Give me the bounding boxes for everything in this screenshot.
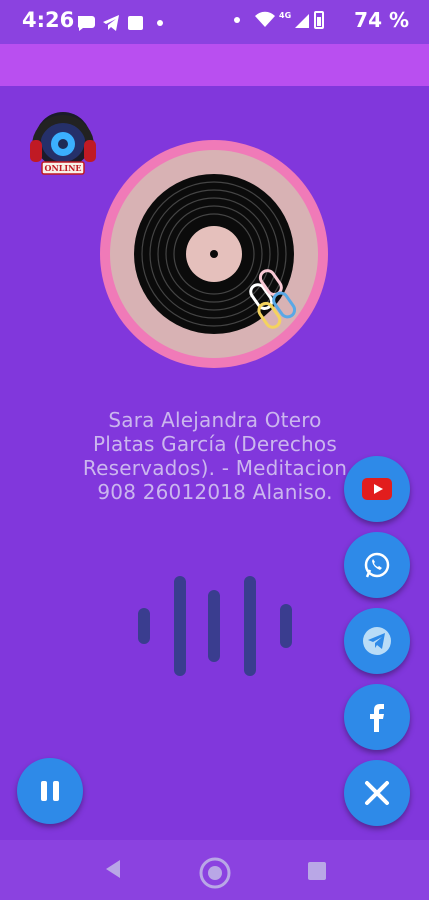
- telegram-button[interactable]: [344, 608, 410, 674]
- facebook-button[interactable]: [344, 684, 410, 750]
- vinyl-disc: [100, 140, 328, 368]
- youtube-button[interactable]: [344, 456, 410, 522]
- equalizer-visualizer: [130, 570, 300, 680]
- back-icon[interactable]: [102, 854, 124, 884]
- status-bar: 4:26 4G 74 %: [0, 0, 429, 44]
- app-bar: [0, 44, 429, 86]
- close-icon: [365, 781, 389, 805]
- status-time: 4:26: [22, 8, 75, 32]
- notification-icons: [77, 15, 163, 31]
- signal-label: 4G: [279, 11, 291, 20]
- whatsapp-icon: [364, 552, 390, 578]
- equalizer-bar: [174, 576, 186, 676]
- logo-text: ONLINE: [44, 163, 81, 173]
- status-right: 4G 74 %: [234, 8, 409, 32]
- youtube-icon: [362, 478, 392, 500]
- facebook-icon: [370, 704, 384, 732]
- radio-logo: ONLINE: [30, 112, 96, 175]
- telegram-icon: [363, 627, 391, 655]
- equalizer-bar: [280, 604, 292, 648]
- track-title: Sara Alejandra Otero Platas García (Dere…: [82, 408, 348, 504]
- pause-button[interactable]: [17, 758, 83, 824]
- recents-icon[interactable]: [306, 860, 328, 882]
- pause-icon: [41, 781, 59, 801]
- navigation-bar: [0, 840, 429, 900]
- status-icons: 4G: [234, 11, 324, 29]
- close-social-button[interactable]: [344, 760, 410, 826]
- equalizer-bar: [138, 608, 150, 644]
- battery-percent: 74 %: [354, 8, 409, 32]
- equalizer-bar: [244, 576, 256, 676]
- equalizer-bar: [208, 590, 220, 662]
- home-icon[interactable]: [198, 856, 232, 890]
- whatsapp-button[interactable]: [344, 532, 410, 598]
